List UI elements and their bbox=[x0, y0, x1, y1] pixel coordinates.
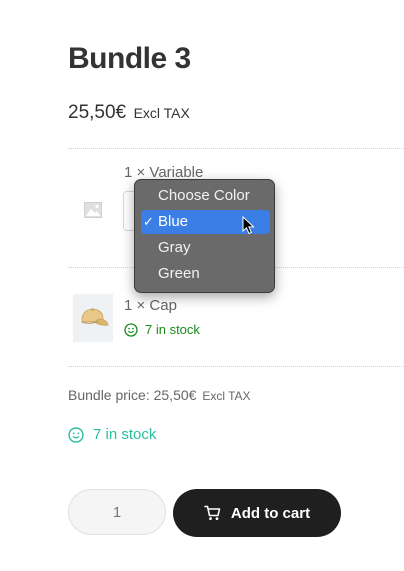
checkmark-icon: ✓ bbox=[143, 214, 154, 229]
divider bbox=[68, 148, 404, 149]
tax-label: Excl TAX bbox=[133, 105, 190, 121]
item-stock-text: 7 in stock bbox=[145, 322, 200, 337]
quantity-input[interactable]: 1 bbox=[68, 489, 166, 535]
product-title: Bundle 3 bbox=[68, 42, 191, 75]
cart-icon bbox=[204, 505, 221, 520]
mouse-cursor-icon bbox=[242, 216, 255, 235]
stock-status: 7 in stock bbox=[68, 426, 156, 443]
color-option[interactable]: Gray bbox=[141, 236, 270, 260]
color-dropdown-menu[interactable]: Choose Color ✓ Blue Gray Green bbox=[134, 179, 275, 293]
stock-text: 7 in stock bbox=[93, 426, 157, 443]
product-price: 25,50€ bbox=[68, 102, 127, 123]
color-option[interactable]: Choose Color bbox=[141, 184, 270, 208]
add-to-cart-button[interactable]: Add to cart bbox=[173, 489, 341, 537]
image-placeholder-icon bbox=[73, 186, 113, 234]
add-to-cart-label: Add to cart bbox=[230, 504, 311, 522]
cap-image bbox=[73, 294, 113, 342]
bundle-price: Bundle price: 25,50€ Excl TAX bbox=[68, 387, 251, 403]
smile-icon bbox=[124, 322, 138, 337]
bundle-tax-label: Excl TAX bbox=[202, 389, 251, 403]
bundle-item-name: 1 × Cap bbox=[124, 297, 177, 314]
divider bbox=[68, 366, 404, 367]
color-option[interactable]: Green bbox=[141, 262, 270, 286]
smile-icon bbox=[68, 426, 84, 443]
price-row: 25,50€ Excl TAX bbox=[68, 102, 190, 124]
item-stock-status: 7 in stock bbox=[124, 322, 200, 337]
bundle-price-label: Bundle price: 25,50€ bbox=[68, 387, 197, 403]
